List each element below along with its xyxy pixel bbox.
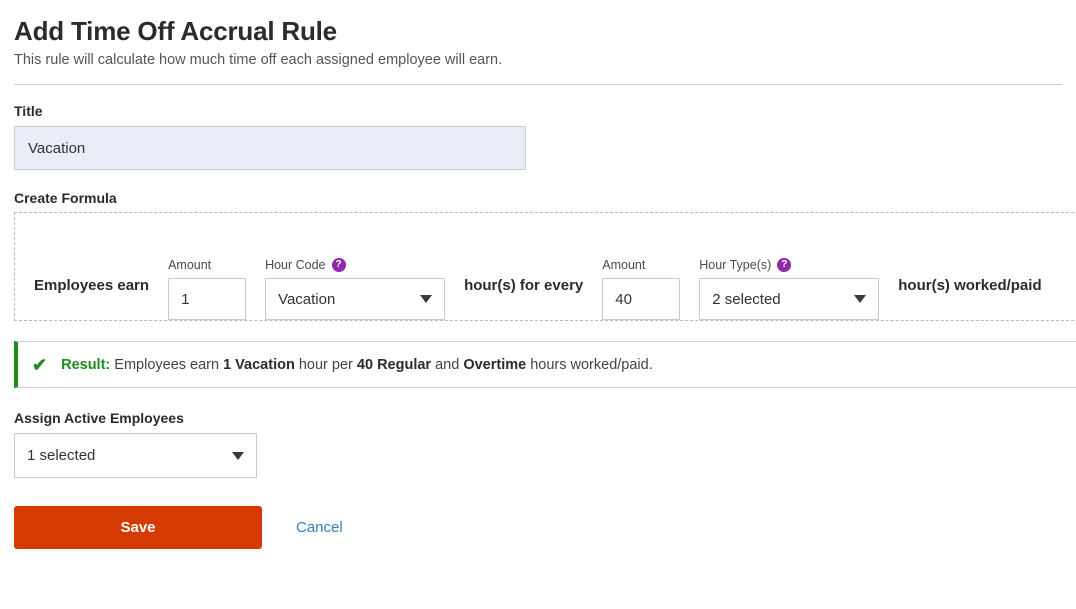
create-formula-label: Create Formula (14, 190, 117, 206)
amount-1-input[interactable] (168, 278, 247, 320)
help-icon[interactable]: ? (777, 258, 792, 272)
hour-code-group: Hour Code ? Vacation (265, 257, 446, 320)
result-part-1: Employees earn (110, 356, 224, 373)
hour-type-label-text: Hour Type(s) (699, 258, 772, 272)
result-text: Result: Employees earn 1 Vacation hour p… (61, 357, 653, 373)
result-bold-2: 40 Regular (356, 356, 432, 373)
result-banner: ✔ Result: Employees earn 1 Vacation hour… (14, 341, 1076, 388)
result-label: Result: (61, 356, 111, 373)
chevron-down-icon (420, 295, 433, 303)
assign-employees-label: Assign Active Employees (14, 410, 184, 426)
chevron-down-icon (854, 295, 867, 303)
formula-row: Employees earn Amount Hour Code ? Vacati… (15, 213, 1076, 320)
cancel-link[interactable]: Cancel (296, 519, 343, 536)
formula-lead-text: Employees earn (34, 277, 150, 294)
title-field-label: Title (14, 103, 43, 119)
amount-2-label: Amount (602, 258, 646, 272)
formula-box: Employees earn Amount Hour Code ? Vacati… (14, 212, 1076, 321)
amount-2-group: Amount (602, 257, 681, 320)
result-part-4: hours worked/paid. (526, 356, 653, 373)
assign-employees-value: 1 selected (27, 447, 96, 464)
title-input[interactable] (14, 126, 526, 170)
result-part-3: and (431, 356, 464, 373)
save-button[interactable]: Save (14, 506, 262, 549)
hour-type-value: 2 selected (712, 290, 781, 308)
hour-type-select[interactable]: 2 selected (699, 278, 880, 320)
formula-trailing-text: hour(s) worked/paid (898, 277, 1042, 294)
header-divider (14, 84, 1062, 85)
amount-1-label: Amount (168, 258, 212, 272)
form-actions: Save Cancel (14, 506, 1062, 549)
help-icon[interactable]: ? (331, 258, 346, 272)
page-subtitle: This rule will calculate how much time o… (14, 52, 503, 68)
chevron-down-icon (232, 451, 244, 460)
amount-1-group: Amount (168, 257, 247, 320)
assign-employees-select[interactable]: 1 selected (14, 433, 257, 478)
hour-type-group: Hour Type(s) ? 2 selected (699, 257, 880, 320)
amount-2-input[interactable] (602, 278, 681, 320)
hour-code-select[interactable]: Vacation (265, 278, 446, 320)
page-container: Add Time Off Accrual Rule This rule will… (0, 14, 1076, 549)
hour-code-label: Hour Code ? (265, 257, 445, 273)
result-bold-1: 1 Vacation (223, 356, 295, 373)
check-icon: ✔ (32, 354, 48, 375)
hour-code-label-text: Hour Code (265, 258, 326, 272)
page-title: Add Time Off Accrual Rule (14, 16, 337, 46)
hour-code-value: Vacation (278, 290, 336, 308)
result-bold-3: Overtime (463, 356, 527, 373)
hour-type-label: Hour Type(s) ? (699, 257, 879, 273)
formula-middle-text: hour(s) for every (464, 277, 584, 294)
result-part-2: hour per (294, 356, 357, 373)
